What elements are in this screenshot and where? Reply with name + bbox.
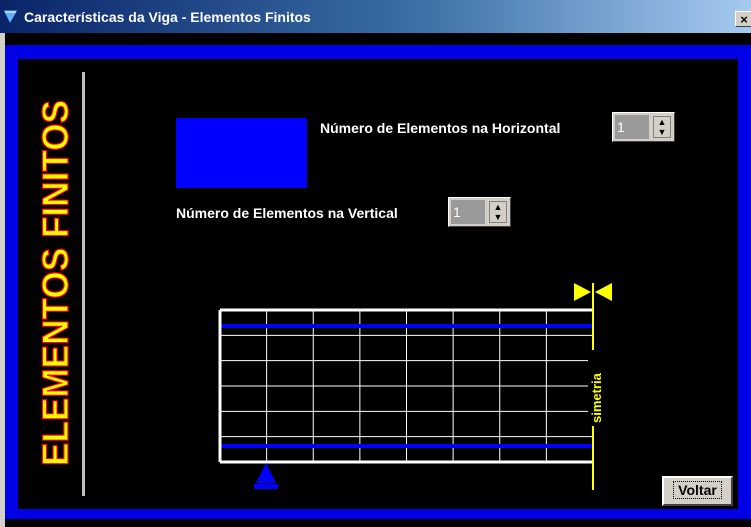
sidebar-title-text: ELEMENTOS FINITOS bbox=[37, 100, 76, 466]
symmetry-marker-icon bbox=[574, 283, 591, 301]
title-bar: Características da Viga - Elementos Fini… bbox=[0, 0, 751, 33]
back-button[interactable]: Voltar bbox=[662, 476, 733, 506]
horizontal-elements-spinner[interactable]: 1 ▲ ▼ bbox=[612, 112, 675, 142]
horizontal-elements-label: Número de Elementos na Horizontal bbox=[320, 120, 561, 136]
back-button-label: Voltar bbox=[673, 481, 722, 499]
spin-arrows-icon[interactable]: ▲ ▼ bbox=[653, 116, 671, 138]
spin-arrows-icon[interactable]: ▲ ▼ bbox=[489, 201, 507, 223]
mesh-grid bbox=[218, 308, 593, 464]
bottom-margin bbox=[5, 519, 751, 527]
support-base bbox=[254, 484, 278, 489]
vertical-elements-value[interactable]: 1 bbox=[451, 200, 485, 224]
app-icon bbox=[2, 9, 19, 26]
element-preview bbox=[176, 118, 307, 188]
window-title: Características da Viga - Elementos Fini… bbox=[24, 9, 311, 25]
vertical-elements-label: Número de Elementos na Vertical bbox=[176, 205, 398, 221]
vertical-elements-spinner[interactable]: 1 ▲ ▼ bbox=[448, 197, 511, 227]
sidebar-title: ELEMENTOS FINITOS bbox=[37, 99, 77, 466]
symmetry-marker-icon bbox=[595, 283, 612, 301]
top-margin bbox=[5, 33, 751, 45]
beam-diagram: simetria bbox=[218, 283, 612, 490]
horizontal-elements-value[interactable]: 1 bbox=[615, 115, 649, 139]
close-button[interactable]: × bbox=[735, 11, 751, 27]
symmetry-label: simetria bbox=[589, 372, 604, 423]
support-triangle-icon bbox=[256, 463, 276, 483]
sidebar-divider bbox=[82, 72, 85, 496]
